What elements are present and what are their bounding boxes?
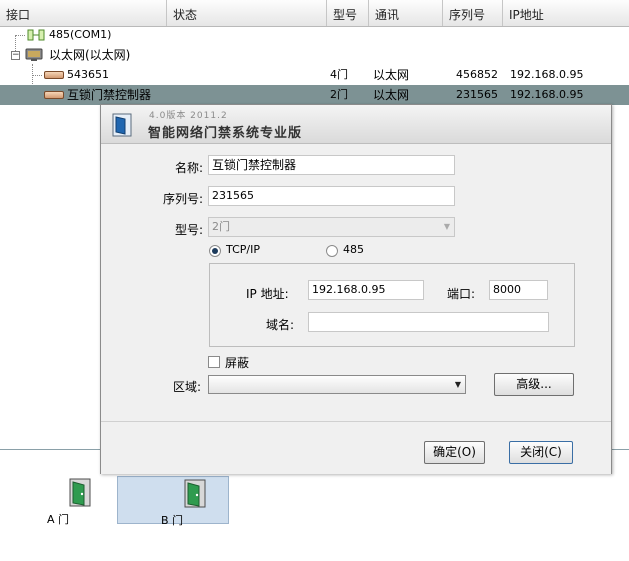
cell-comm: 以太网 — [373, 88, 410, 102]
network-icon — [25, 48, 43, 61]
shield-label: 屏蔽 — [225, 356, 250, 370]
door-icon — [184, 479, 206, 508]
tree-row-controller-1[interactable]: 543651 4门 以太网 456852 192.168.0.95 — [0, 65, 629, 85]
model-select[interactable]: 2门 ▼ — [208, 217, 455, 237]
close-button[interactable]: 关闭(C) — [509, 441, 573, 464]
column-header-model[interactable]: 型号 — [326, 0, 368, 26]
door-a-label: A 门 — [47, 513, 70, 526]
cell-model: 2门 — [330, 88, 348, 101]
cell-ip: 192.168.0.95 — [510, 88, 584, 101]
model-label: 型号: — [175, 223, 204, 237]
dialog-button-bar: 确定(O) 关闭(C) — [101, 421, 611, 474]
ip-label: IP 地址: — [246, 287, 289, 301]
tree-label-com: 485(COM1) — [49, 28, 112, 41]
advanced-button[interactable]: 高级... — [494, 373, 574, 396]
network-group: IP 地址: 192.168.0.95 端口: 8000 域名: — [209, 263, 575, 347]
door-b-selected[interactable]: B 门 — [117, 476, 229, 527]
dropdown-arrow-icon: ▼ — [443, 222, 450, 231]
radio-tcpip[interactable] — [209, 245, 221, 257]
name-label: 名称: — [175, 161, 204, 175]
cell-ip: 192.168.0.95 — [510, 68, 584, 81]
tree-label-controller-2: 互锁门禁控制器 — [67, 88, 152, 102]
name-input[interactable]: 互锁门禁控制器 — [208, 155, 455, 175]
zone-select[interactable]: ▼ — [208, 375, 466, 394]
radio-tcpip-label: TCP/IP — [226, 243, 260, 256]
controller-settings-dialog: 4.0版本 2011.2 智能网络门禁系统专业版 名称: 互锁门禁控制器 序列号… — [100, 104, 612, 474]
tree-row-com[interactable]: 485(COM1) — [0, 25, 629, 45]
port-input[interactable]: 8000 — [489, 280, 548, 300]
tree-label-ethernet: 以太网(以太网) — [49, 48, 131, 62]
dropdown-arrow-icon: ▼ — [454, 380, 461, 389]
radio-485[interactable] — [326, 245, 338, 257]
cell-model: 4门 — [330, 68, 348, 81]
door-b-label: B 门 — [161, 514, 184, 527]
cell-serial: 231565 — [456, 88, 498, 101]
domain-label: 域名: — [266, 318, 295, 332]
serial-port-icon — [27, 29, 45, 41]
dialog-version: 4.0版本 2011.2 — [149, 111, 228, 121]
tree-label-controller-1: 543651 — [67, 68, 109, 81]
port-label: 端口: — [447, 287, 476, 301]
ok-button[interactable]: 确定(O) — [424, 441, 485, 464]
table-header: 接口 状态 型号 通讯 序列号 IP地址 — [0, 0, 629, 27]
column-header-serial[interactable]: 序列号 — [442, 0, 502, 26]
column-header-comm[interactable]: 通讯 — [368, 0, 442, 26]
column-header-interface[interactable]: 接口 — [0, 0, 166, 26]
door-a[interactable]: A 门 — [8, 476, 120, 526]
tree-row-controller-2-selected[interactable]: 互锁门禁控制器 2门 以太网 231565 192.168.0.95 — [0, 85, 629, 105]
cell-serial: 456852 — [456, 68, 498, 81]
serial-input[interactable]: 231565 — [208, 186, 455, 206]
domain-input[interactable] — [308, 312, 549, 332]
dialog-title: 智能网络门禁系统专业版 — [148, 126, 303, 141]
dialog-titlebar[interactable]: 4.0版本 2011.2 智能网络门禁系统专业版 — [101, 105, 611, 144]
app-door-icon — [112, 113, 132, 137]
tree-row-ethernet[interactable]: − 以太网(以太网) — [0, 45, 629, 65]
shield-checkbox[interactable] — [208, 356, 220, 368]
model-select-value: 2门 — [212, 220, 230, 233]
zone-label: 区域: — [173, 380, 202, 394]
controller-icon — [44, 71, 64, 79]
controller-icon — [44, 91, 64, 99]
column-header-ip[interactable]: IP地址 — [502, 0, 629, 26]
serial-label: 序列号: — [163, 192, 204, 206]
collapse-toggle-icon[interactable]: − — [11, 51, 20, 60]
cell-comm: 以太网 — [373, 68, 410, 82]
radio-485-label: 485 — [343, 243, 364, 256]
door-icon — [69, 478, 91, 507]
ip-input[interactable]: 192.168.0.95 — [308, 280, 424, 300]
column-header-status[interactable]: 状态 — [166, 0, 326, 26]
